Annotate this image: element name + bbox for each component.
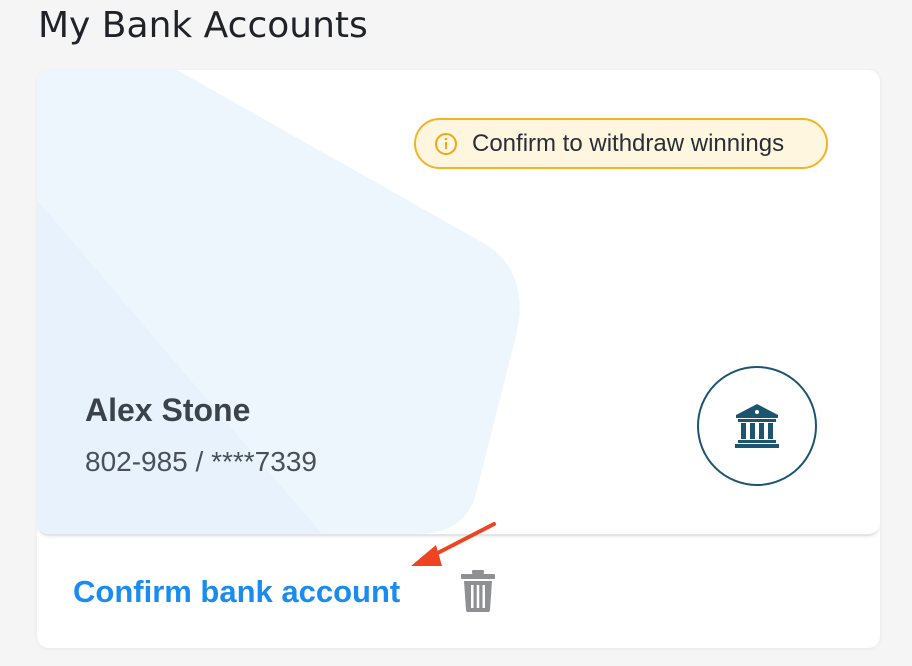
- confirm-warning-badge: Confirm to withdraw winnings: [414, 118, 828, 169]
- info-icon: [435, 132, 457, 155]
- account-holder-name: Alex Stone: [85, 392, 251, 428]
- confirm-bank-account-link[interactable]: Confirm bank account: [73, 574, 400, 610]
- page-title: My Bank Accounts: [38, 5, 368, 46]
- bank-account-card: Confirm to withdraw winnings Alex Stone …: [37, 70, 880, 648]
- trash-icon[interactable]: [460, 570, 496, 612]
- bank-account-card-body: Confirm to withdraw winnings Alex Stone …: [37, 70, 880, 536]
- bank-icon: [735, 404, 779, 448]
- card-footer: Confirm bank account: [37, 536, 880, 648]
- bank-icon-badge: [697, 366, 817, 486]
- account-number: 802-985 / ****7339: [85, 446, 317, 477]
- page: My Bank Accounts Confirm to withdraw win…: [0, 0, 912, 666]
- warning-badge-text: Confirm to withdraw winnings: [472, 129, 785, 157]
